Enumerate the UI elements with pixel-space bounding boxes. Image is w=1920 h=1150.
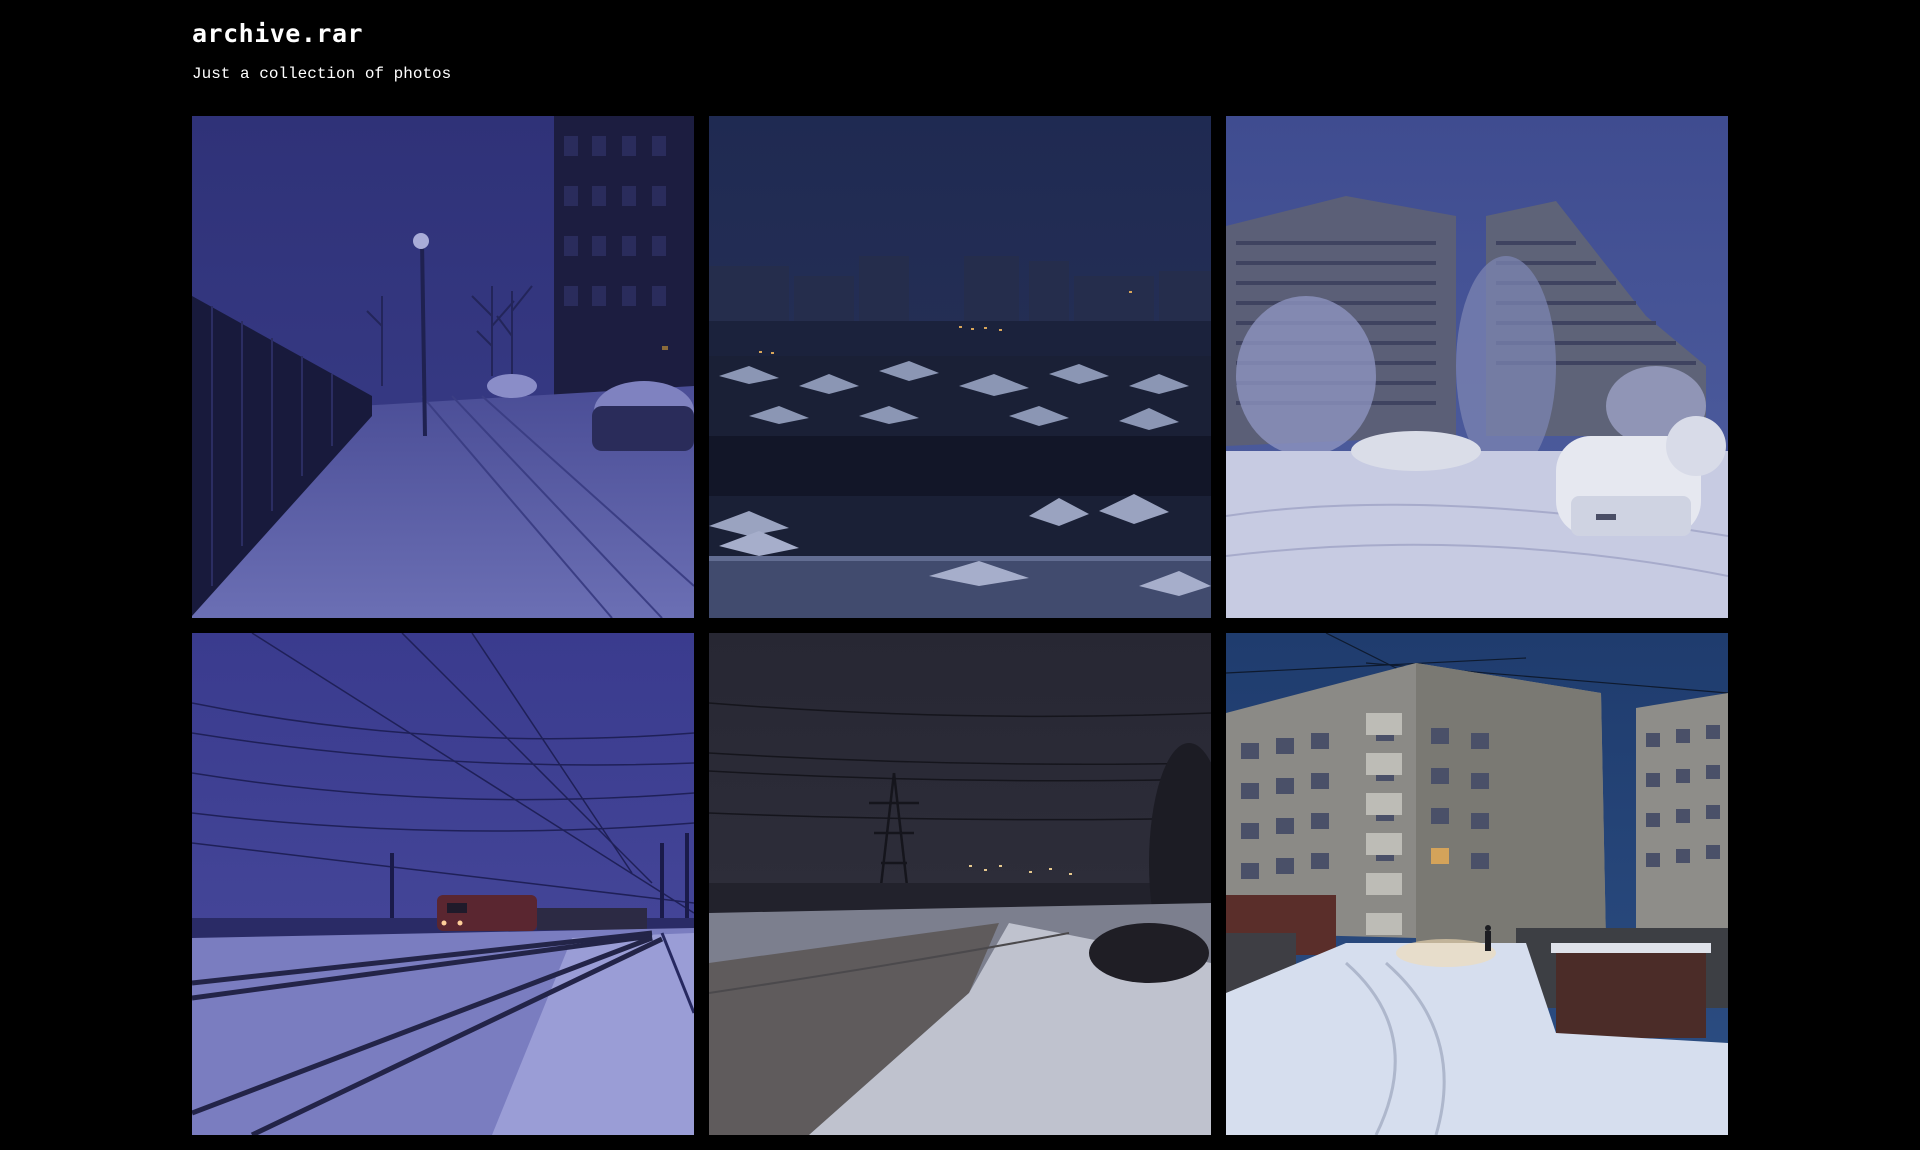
photo-snowy-sidewalk — [192, 116, 694, 618]
photo-city-panorama — [709, 116, 1211, 618]
photo-tile-5[interactable] — [709, 633, 1211, 1135]
photo-tile-4[interactable] — [192, 633, 694, 1135]
photo-tile-2[interactable] — [709, 116, 1211, 618]
photo-tile-6[interactable] — [1226, 633, 1728, 1135]
site-title[interactable]: archive.rar — [192, 19, 363, 49]
photo-tile-3[interactable] — [1226, 116, 1728, 618]
photo-railway-tracks — [192, 633, 694, 1135]
site-subtitle: Just a collection of photos — [192, 65, 452, 83]
photo-tile-1[interactable] — [192, 116, 694, 618]
photo-panel-buildings — [1226, 633, 1728, 1135]
photo-grid — [192, 116, 1728, 1135]
photo-foggy-road — [709, 633, 1211, 1135]
photo-snowy-courtyard — [1226, 116, 1728, 618]
